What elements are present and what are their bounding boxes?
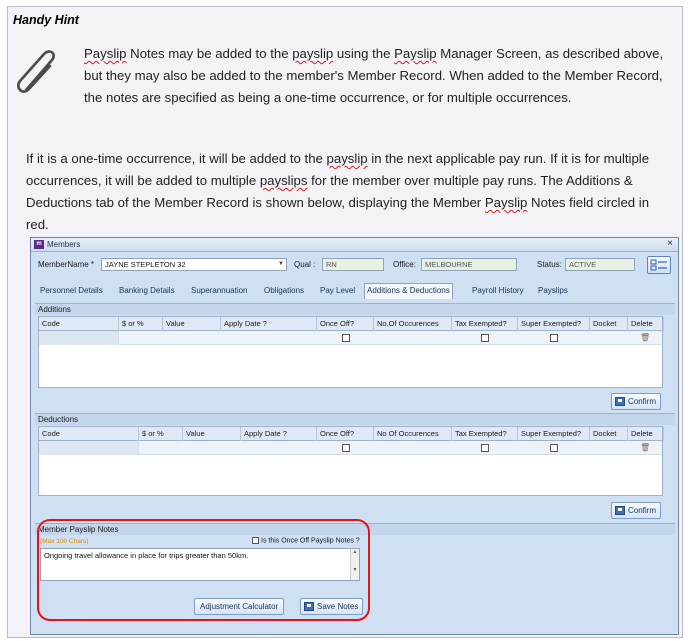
hint-text: payslip	[292, 46, 334, 61]
deductions-grid: Code $ or % Value Apply Date ? Once Off?…	[38, 426, 664, 496]
tab-superannuation[interactable]: Superannuation	[189, 284, 250, 299]
super-exempted-checkbox[interactable]	[550, 334, 558, 342]
tab-payroll-history[interactable]: Payroll History	[470, 284, 526, 299]
column-header: Once Off?	[317, 317, 374, 331]
column-header: Apply Date ?	[241, 427, 317, 441]
table-row[interactable]: 🗑	[39, 331, 662, 345]
hint-text: If it is a one-time occurrence, it will …	[26, 151, 327, 166]
column-header: Delete	[628, 317, 664, 331]
hint-paragraph-2: If it is a one-time occurrence, it will …	[26, 148, 672, 236]
hint-text: Payslip	[394, 46, 437, 61]
hint-text: Payslip	[84, 46, 127, 61]
column-header: Delete	[628, 427, 664, 441]
status-field: ACTIVE	[565, 258, 635, 271]
column-header: Tax Exempted?	[452, 317, 518, 331]
tax-exempted-checkbox[interactable]	[481, 334, 489, 342]
member-name-select[interactable]: JAYNE STEPLETON 32 ▼	[101, 258, 287, 271]
deductions-section-title: Deductions	[35, 413, 675, 425]
column-header: Tax Exempted?	[452, 427, 518, 441]
paperclip-icon	[17, 50, 55, 93]
column-header: Docket	[590, 427, 628, 441]
additions-section-title: Additions	[35, 303, 675, 315]
once-off-checkbox[interactable]	[342, 444, 350, 452]
column-header: Once Off?	[317, 427, 374, 441]
save-icon	[615, 397, 625, 406]
column-header: Docket	[590, 317, 628, 331]
column-header: Super Exempted?	[518, 427, 590, 441]
close-icon[interactable]: ×	[667, 238, 673, 249]
column-header: $ or %	[139, 427, 183, 441]
member-list-button[interactable]	[647, 256, 671, 274]
hint-text: Payslip	[484, 195, 528, 210]
member-header-row: MemberName * JAYNE STEPLETON 32 ▼ Qual :…	[35, 256, 675, 274]
hint-title: Handy Hint	[13, 13, 79, 27]
member-name-label: MemberName *	[38, 260, 95, 269]
column-header: Code	[39, 427, 139, 441]
list-icon	[650, 259, 667, 271]
app-logo-icon: m	[34, 240, 44, 249]
tab-additions-deductions[interactable]: Additions & Deductions	[364, 283, 453, 299]
office-field: MELBOURNE	[421, 258, 517, 271]
tab-banking-details[interactable]: Banking Details	[117, 284, 177, 299]
deductions-confirm-button[interactable]: Confirm	[611, 502, 662, 519]
tab-payslips[interactable]: Payslips	[536, 284, 570, 299]
trash-icon[interactable]: 🗑	[640, 443, 650, 452]
hint-text: payslips	[259, 173, 308, 188]
super-exempted-checkbox[interactable]	[550, 444, 558, 452]
status-label: Status:	[537, 260, 562, 269]
trash-icon[interactable]: 🗑	[640, 333, 650, 342]
once-off-checkbox[interactable]	[342, 334, 350, 342]
column-header: Apply Date ?	[221, 317, 317, 331]
qual-label: Qual :	[294, 260, 316, 269]
member-tabs: Personnel Details Banking Details Supera…	[35, 283, 675, 299]
additions-grid-header: Code $ or % Value Apply Date ? Once Off?…	[39, 317, 664, 331]
button-label: Confirm	[628, 506, 657, 515]
hint-paragraph-1: Payslip Notes may be added to the paysli…	[84, 43, 664, 109]
code-cell[interactable]	[39, 331, 119, 345]
tab-personnel-details[interactable]: Personnel Details	[38, 284, 105, 299]
chevron-down-icon: ▼	[278, 261, 284, 267]
column-header: No.Of Occurences	[374, 317, 452, 331]
column-header: Code	[39, 317, 119, 331]
hint-text: using the	[333, 46, 395, 61]
tax-exempted-checkbox[interactable]	[481, 444, 489, 452]
window-title: Members	[47, 240, 81, 249]
column-header: Super Exempted?	[518, 317, 590, 331]
code-cell[interactable]	[39, 441, 139, 455]
column-header: No Of Occurences	[374, 427, 452, 441]
highlight-circle	[37, 519, 370, 621]
office-label: Office:	[393, 260, 416, 269]
tab-obligations[interactable]: Obligations	[262, 284, 306, 299]
window-titlebar[interactable]: m Members ×	[31, 238, 678, 252]
column-header: Value	[183, 427, 241, 441]
save-icon	[615, 506, 625, 515]
additions-confirm-button[interactable]: Confirm	[611, 393, 662, 410]
hint-text: payslip	[326, 151, 368, 166]
button-label: Confirm	[628, 397, 657, 406]
column-header: $ or %	[119, 317, 163, 331]
table-row[interactable]: 🗑	[39, 441, 662, 455]
column-header: Value	[163, 317, 221, 331]
tab-pay-level[interactable]: Pay Level	[318, 284, 357, 299]
qual-field: RN	[322, 258, 384, 271]
member-name-value: JAYNE STEPLETON 32	[105, 260, 186, 269]
deductions-grid-header: Code $ or % Value Apply Date ? Once Off?…	[39, 427, 664, 441]
hint-text: Notes may be added to the	[126, 46, 293, 61]
additions-grid: Code $ or % Value Apply Date ? Once Off?…	[38, 316, 664, 388]
